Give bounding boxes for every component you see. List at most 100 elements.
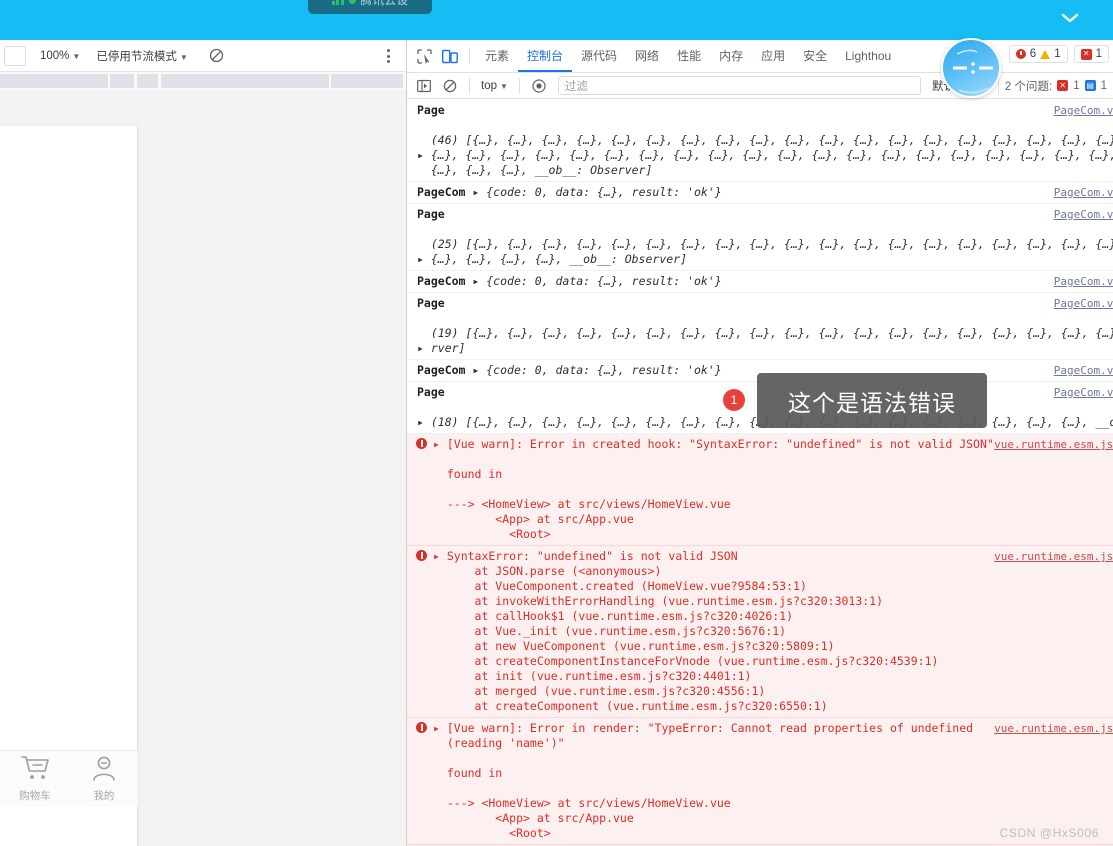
issues-info-count: 1 xyxy=(1100,79,1107,92)
issues-label: 2 个问题: xyxy=(1004,80,1053,93)
ruler-segment xyxy=(0,74,108,88)
console-row-label: PageCom xyxy=(417,185,466,199)
signal-bars-icon xyxy=(331,0,344,5)
error-count: 6 xyxy=(1029,48,1037,60)
console-error-text: ▸ [Vue warn]: Error in render: "TypeErro… xyxy=(433,721,974,840)
console-row-label: PageCom xyxy=(417,274,466,288)
tab-elements[interactable]: 元素 xyxy=(476,40,518,72)
device-viewport[interactable]: 购物车 我的 xyxy=(0,126,138,846)
console-row-source[interactable]: vue.runtime.esm.js? xyxy=(994,549,1113,564)
console-row-body: ▸ {code: 0, data: {…}, result: 'ok'} xyxy=(472,274,722,288)
tab-cart-label: 购物车 xyxy=(19,789,51,802)
toolbar-divider xyxy=(518,77,520,94)
chevron-down-icon: ▼ xyxy=(500,81,508,91)
console-line: ▸ {…}, {…}, {…}, {…}, __ob__: Observer] xyxy=(417,252,688,266)
page-bottom-tabbar: 购物车 我的 xyxy=(0,750,138,806)
issue-error-count: 1 xyxy=(1095,48,1102,60)
ruler-segment xyxy=(110,74,134,88)
device-toolbar-icon[interactable] xyxy=(437,44,463,68)
console-row-body: (25) [{…}, {…}, {…}, {…}, {…}, {…}, {…},… xyxy=(417,222,1113,267)
top-promo-bar: 腾讯云设 xyxy=(0,0,1113,40)
tab-memory[interactable]: 内存 xyxy=(710,40,752,72)
toolbar-divider xyxy=(469,48,470,64)
tab-mine-label: 我的 xyxy=(93,789,115,802)
console-row[interactable]: Page PageCom.vu (25) [{…}, {…}, {…}, {…}… xyxy=(407,204,1113,271)
console-error-row[interactable]: vue.runtime.esm.js? ▸ SyntaxError: "unde… xyxy=(407,546,1113,718)
console-filter-placeholder: 过滤 xyxy=(564,80,588,93)
console-filter-input[interactable]: 过滤 xyxy=(557,76,921,95)
chevron-down-icon[interactable] xyxy=(1057,5,1083,31)
tab-lighthouse[interactable]: Lighthou xyxy=(836,42,900,71)
issue-info-icon: ▤ xyxy=(1084,80,1096,91)
device-select-icon[interactable] xyxy=(4,45,26,66)
promo-pill[interactable]: 腾讯云设 xyxy=(308,0,432,14)
console-row-source[interactable]: PageCom.vu xyxy=(1054,103,1113,118)
console-row-label: Page xyxy=(417,296,445,310)
console-line: ▸ {…}, {…}, {…}, {…}, {…}, {…}, {…}, {…}… xyxy=(417,148,1113,162)
chevron-down-icon: ▼ xyxy=(179,52,188,62)
zoom-value: 100% xyxy=(40,49,70,62)
throttle-select[interactable]: 已停用节流模式 ▼ xyxy=(90,46,193,66)
console-row-source[interactable]: PageCom.vu xyxy=(1054,274,1113,289)
issue-counter[interactable]: ✕ 1 xyxy=(1073,45,1109,63)
issues-summary[interactable]: 2 个问题: ✕ 1 ▤ 1 xyxy=(997,76,1113,95)
more-vertical-icon[interactable] xyxy=(380,46,396,66)
console-row[interactable]: Page PageCom.vu (19) [{…}, {…}, {…}, {…}… xyxy=(407,293,1113,360)
console-row-body: ▸ {code: 0, data: {…}, result: 'ok'} xyxy=(472,363,722,377)
avatar[interactable] xyxy=(941,38,1001,98)
tab-security[interactable]: 安全 xyxy=(794,40,836,72)
execution-context-value: top xyxy=(481,79,497,92)
tab-console[interactable]: 控制台 xyxy=(518,40,572,72)
tab-application[interactable]: 应用 xyxy=(752,40,794,72)
tab-cart[interactable]: 购物车 xyxy=(19,755,51,803)
console-line: (25) [{…}, {…}, {…}, {…}, {…}, {…}, {…},… xyxy=(417,237,1113,251)
ruler-segment xyxy=(137,74,158,88)
console-row-source[interactable]: vue.runtime.esm.js? xyxy=(994,721,1113,736)
console-row-body: ▸ {code: 0, data: {…}, result: 'ok'} xyxy=(472,185,722,199)
error-warning-counter[interactable]: 6 1 xyxy=(1008,45,1068,63)
console-row[interactable]: Page PageCom.vu (46) [{…}, {…}, {…}, {…}… xyxy=(407,100,1113,182)
console-row-label: PageCom xyxy=(417,363,466,377)
toolbar-divider xyxy=(469,77,470,94)
console-row-source[interactable]: PageCom.vu xyxy=(1054,296,1113,311)
console-row[interactable]: PageCom ▸ {code: 0, data: {…}, result: '… xyxy=(407,271,1113,293)
console-row-source[interactable]: PageCom.vu xyxy=(1054,385,1113,400)
zoom-select[interactable]: 100% ▼ xyxy=(34,48,86,64)
console-output[interactable]: Page PageCom.vu (46) [{…}, {…}, {…}, {…}… xyxy=(407,100,1113,846)
console-error-row[interactable]: vue.runtime.esm.js? ▸ [Vue warn]: Error … xyxy=(407,434,1113,546)
tab-performance[interactable]: 性能 xyxy=(668,40,710,72)
warning-icon xyxy=(1040,49,1051,59)
console-line: (19) [{…}, {…}, {…}, {…}, {…}, {…}, {…},… xyxy=(417,326,1113,340)
console-row[interactable]: PageCom ▸ {code: 0, data: {…}, result: '… xyxy=(407,182,1113,204)
promo-pill-label: 腾讯云设 xyxy=(360,0,409,7)
execution-context-select[interactable]: top ▼ xyxy=(476,79,513,93)
console-row-body: (19) [{…}, {…}, {…}, {…}, {…}, {…}, {…},… xyxy=(417,311,1113,356)
user-icon xyxy=(89,755,119,786)
console-row-body: (46) [{…}, {…}, {…}, {…}, {…}, {…}, {…},… xyxy=(417,118,1113,178)
console-row-source[interactable]: PageCom.vu xyxy=(1054,363,1113,378)
ruler-segment xyxy=(331,74,403,88)
no-throttling-icon[interactable] xyxy=(208,47,226,65)
console-row-source[interactable]: PageCom.vu xyxy=(1054,185,1113,200)
tab-sources[interactable]: 源代码 xyxy=(572,40,626,72)
error-icon xyxy=(416,438,427,449)
error-icon xyxy=(416,722,427,733)
tab-network[interactable]: 网络 xyxy=(626,40,668,72)
error-icon xyxy=(416,550,427,561)
devtools-status-badges: 6 1 ✕ 1 xyxy=(1008,45,1109,63)
throttle-value: 已停用节流模式 xyxy=(96,50,177,63)
inspect-cursor-icon[interactable] xyxy=(411,44,437,68)
live-expression-icon[interactable] xyxy=(526,74,552,98)
console-error-text: ▸ [Vue warn]: Error in created hook: "Sy… xyxy=(433,437,994,541)
console-row-source[interactable]: vue.runtime.esm.js? xyxy=(994,437,1113,452)
console-error-text: ▸ SyntaxError: "undefined" is not valid … xyxy=(433,549,939,713)
tab-mine[interactable]: 我的 xyxy=(89,755,119,803)
device-emulation-toolbar: 100% ▼ 已停用节流模式 ▼ xyxy=(0,40,406,72)
console-sidebar-icon[interactable] xyxy=(411,74,437,98)
clear-console-icon[interactable] xyxy=(437,74,463,98)
issue-error-icon: ✕ xyxy=(1080,48,1092,60)
device-ruler xyxy=(0,72,406,90)
console-row-source[interactable]: PageCom.vu xyxy=(1054,207,1113,222)
console-row-label: Page xyxy=(417,385,445,399)
console-row-label: Page xyxy=(417,207,445,221)
